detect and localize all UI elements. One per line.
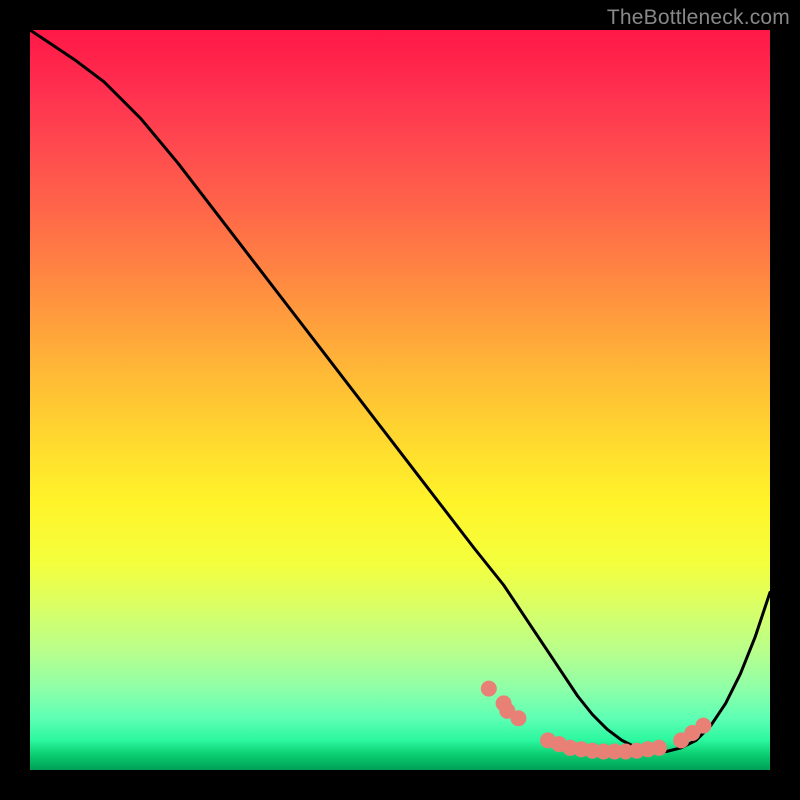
series-curve <box>30 30 770 752</box>
marker-dot <box>562 740 578 756</box>
marker-dot <box>584 743 600 759</box>
marker-dot <box>499 703 515 719</box>
marker-dot <box>618 744 634 760</box>
chart-svg <box>30 30 770 770</box>
chart-frame: TheBottleneck.com <box>0 0 800 800</box>
marker-dot <box>673 732 689 748</box>
marker-dot <box>573 741 589 757</box>
marker-dot <box>651 740 667 756</box>
marker-dot <box>629 743 645 759</box>
curve-layer <box>30 30 770 752</box>
marker-dot <box>684 725 700 741</box>
marker-layer <box>481 681 712 760</box>
marker-dot <box>551 736 567 752</box>
marker-dot <box>607 744 623 760</box>
watermark-text: TheBottleneck.com <box>607 6 790 30</box>
plot-area <box>30 30 770 770</box>
marker-dot <box>510 710 526 726</box>
marker-dot <box>596 744 612 760</box>
marker-dot <box>481 681 497 697</box>
marker-dot <box>695 718 711 734</box>
marker-dot <box>540 732 556 748</box>
marker-dot <box>640 741 656 757</box>
marker-dot <box>496 695 512 711</box>
